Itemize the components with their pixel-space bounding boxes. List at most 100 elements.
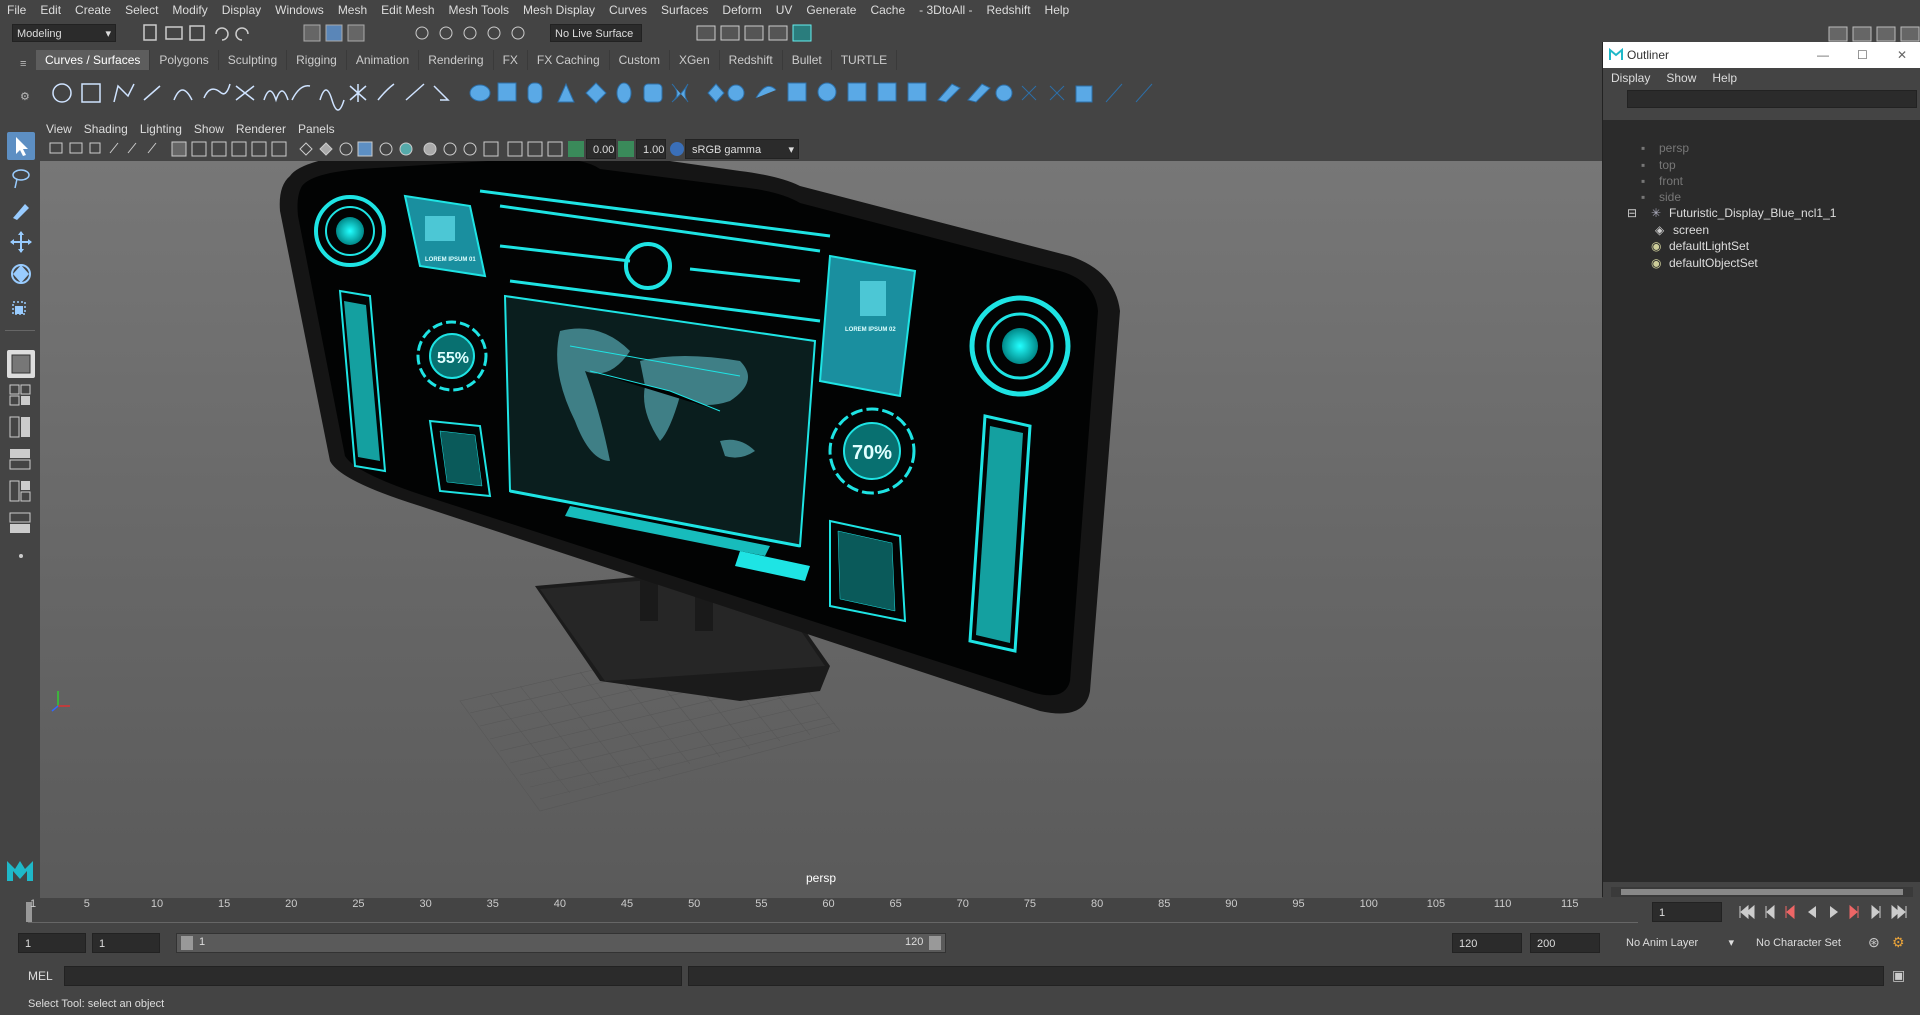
close-icon[interactable]: ✕ (1897, 42, 1907, 68)
timeline-tick-label: 25 (352, 898, 365, 910)
end-time-value: 200 (1537, 938, 1556, 950)
expand-toggle-icon[interactable]: ⊟ (1627, 203, 1637, 223)
range-slider[interactable]: 1 120 (176, 933, 946, 953)
shelf-tab-xgen[interactable]: XGen (669, 50, 720, 70)
shelf-tab-bullet[interactable]: Bullet (782, 50, 832, 70)
menu-icon[interactable]: ≡ (20, 58, 26, 70)
mode-dropdown[interactable]: Modeling ▾ (12, 24, 116, 42)
time-slider[interactable]: 1 5 10 15 20 25 30 35 40 45 50 55 60 65 70 75 80 85 90 95 10… (0, 898, 1920, 926)
menu-item-edit-mesh[interactable]: Edit Mesh (374, 0, 441, 20)
auto-key-icon[interactable]: ⊛ (1868, 934, 1880, 951)
snap-icons[interactable] (410, 22, 545, 44)
gamma-field[interactable]: 1.00 (636, 139, 666, 159)
color-space-dropdown[interactable]: sRGB gamma ▾ (685, 139, 799, 159)
shelf-tab-animation[interactable]: Animation (346, 50, 420, 70)
gear-icon[interactable]: ⚙ (20, 90, 30, 103)
shelf-tab-fx[interactable]: FX (493, 50, 528, 70)
menu-item-mesh-display[interactable]: Mesh Display (516, 0, 602, 20)
menu-item-file[interactable]: File (0, 0, 33, 20)
collapse-layout[interactable] (7, 542, 35, 570)
panel-menu-renderer[interactable]: Renderer (230, 122, 292, 136)
menu-item-deform[interactable]: Deform (715, 0, 768, 20)
current-frame-field[interactable]: 1 (1652, 902, 1722, 922)
side-by-side-layout[interactable] (7, 414, 35, 442)
menu-item-redshift[interactable]: Redshift (980, 0, 1038, 20)
outliner-scrollbar[interactable] (1611, 887, 1913, 897)
menu-item-create[interactable]: Create (68, 0, 118, 20)
outliner-item[interactable]: ◉ defaultObjectSet (1651, 253, 1758, 273)
end-time-field[interactable]: 200 (1530, 933, 1600, 953)
panel-menu-view[interactable]: View (40, 122, 78, 136)
script-editor-layout[interactable] (7, 510, 35, 538)
playback-end-field[interactable]: 120 (1452, 933, 1522, 953)
playback-start-field[interactable]: 1 (92, 933, 160, 953)
shelf-tool-icons[interactable] (36, 72, 1596, 112)
menu-item-display[interactable]: Display (215, 0, 268, 20)
start-time-field[interactable]: 1 (18, 933, 86, 953)
outliner-menu-help[interactable]: Help (1704, 71, 1745, 85)
menu-item-surfaces[interactable]: Surfaces (654, 0, 715, 20)
panel-menu-lighting[interactable]: Lighting (134, 122, 188, 136)
panel-menu-shading[interactable]: Shading (78, 122, 134, 136)
shelf-tab-sculpting[interactable]: Sculpting (218, 50, 288, 70)
range-handle-end[interactable] (929, 936, 941, 950)
timeline-tick-label: 90 (1225, 898, 1238, 910)
scrollbar-thumb[interactable] (1621, 889, 1903, 895)
maximize-icon[interactable]: ☐ (1857, 42, 1868, 68)
menu-item-3dtoall[interactable]: - 3DtoAll - (912, 0, 979, 20)
shelf-tab-redshift[interactable]: Redshift (719, 50, 783, 70)
rotate-tool[interactable] (7, 260, 35, 288)
menu-item-uv[interactable]: UV (769, 0, 800, 20)
render-icons[interactable] (695, 22, 815, 44)
menu-item-edit[interactable]: Edit (33, 0, 68, 20)
shelf-tab-curves-surfaces[interactable]: Curves / Surfaces (36, 50, 151, 70)
panel-menu-panels[interactable]: Panels (292, 122, 341, 136)
panel-menu-show[interactable]: Show (188, 122, 230, 136)
menu-item-mesh[interactable]: Mesh (331, 0, 374, 20)
single-view-layout[interactable] (7, 350, 35, 378)
playback-controls[interactable] (1730, 902, 1920, 922)
menu-item-mesh-tools[interactable]: Mesh Tools (442, 0, 516, 20)
shelf-tab-custom[interactable]: Custom (609, 50, 670, 70)
character-set-dropdown[interactable]: No Character Set (1750, 933, 1866, 953)
outliner-menu-show[interactable]: Show (1658, 71, 1704, 85)
four-view-layout[interactable] (7, 382, 35, 410)
layout-grid-icon (9, 384, 31, 406)
outliner-search-input[interactable] (1627, 90, 1917, 108)
move-tool[interactable] (7, 228, 35, 256)
menu-item-windows[interactable]: Windows (268, 0, 331, 20)
range-slider-bar: 1 1 1 120 120 200 No Anim Layer ▾ No Cha… (0, 930, 1920, 956)
start-time-value: 1 (25, 938, 32, 950)
workspace-icons[interactable] (1825, 22, 1920, 44)
anim-layer-dropdown[interactable]: No Anim Layer ▾ (1620, 933, 1740, 953)
paint-select-tool[interactable] (7, 196, 35, 224)
menu-item-generate[interactable]: Generate (799, 0, 863, 20)
perspective-viewport[interactable]: LOREM IPSUM 01 55% LOREM IPSUM 02 70% pe… (40, 161, 1602, 898)
file-tools-icons[interactable] (140, 22, 300, 44)
menu-item-modify[interactable]: Modify (165, 0, 214, 20)
shelf-tab-turtle[interactable]: TURTLE (831, 50, 898, 70)
lasso-tool[interactable] (7, 164, 35, 192)
script-editor-icon[interactable]: ▣ (1892, 967, 1905, 984)
command-input[interactable] (64, 966, 682, 986)
hypershade-layout[interactable] (7, 478, 35, 506)
menu-item-select[interactable]: Select (118, 0, 165, 20)
shelf-tab-rigging[interactable]: Rigging (287, 50, 347, 70)
persp-outliner-layout[interactable] (7, 446, 35, 474)
menu-item-curves[interactable]: Curves (602, 0, 654, 20)
select-tool[interactable] (7, 132, 35, 160)
scale-tool[interactable] (7, 292, 35, 320)
live-surface-field[interactable]: No Live Surface (550, 24, 642, 42)
selection-mask-icons[interactable] (300, 22, 410, 44)
animation-prefs-icon[interactable]: ⚙ (1892, 934, 1905, 951)
menu-item-cache[interactable]: Cache (863, 0, 912, 20)
range-handle-start[interactable] (181, 936, 193, 950)
minimize-icon[interactable]: — (1817, 42, 1829, 68)
exposure-field[interactable]: 0.00 (586, 139, 616, 159)
shelf-options[interactable]: ≡ ⚙ (0, 48, 36, 112)
shelf-tab-fx-caching[interactable]: FX Caching (527, 50, 610, 70)
cmd-language-label[interactable]: MEL (28, 969, 53, 983)
menu-item-help[interactable]: Help (1038, 0, 1077, 20)
shelf-tab-rendering[interactable]: Rendering (419, 50, 494, 70)
shelf-tab-polygons[interactable]: Polygons (150, 50, 219, 70)
